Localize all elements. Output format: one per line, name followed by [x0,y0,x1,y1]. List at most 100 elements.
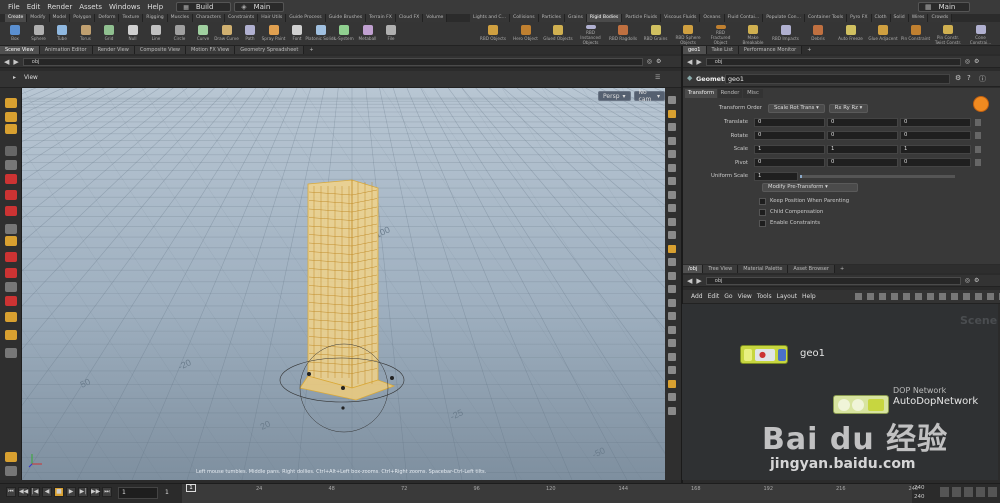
shelf-tab[interactable]: Terrain FX [366,14,396,22]
go-start-icon[interactable]: ⏮ [6,487,16,497]
shelf-tab[interactable]: Rigid Bodies [586,14,623,22]
shelf-tab[interactable]: Populate Con... [763,14,805,22]
shelf-tab[interactable]: Characters [192,14,226,22]
key-icon[interactable] [940,487,949,497]
viewport-tool-icon[interactable] [5,124,17,134]
no-cam-button[interactable]: No cam ▾ [633,89,665,103]
display-options-icon[interactable]: ☰ [655,74,660,81]
shelf-tool-path[interactable]: Path [239,23,261,45]
menu-help[interactable]: Help [145,3,165,11]
shelf-tab[interactable]: Cloth [871,14,891,22]
display-tool-icon[interactable] [668,379,676,388]
network-tool-icon[interactable] [915,293,922,300]
shelf-tool-l-system[interactable]: L-System [333,23,355,45]
menu-render[interactable]: Render [45,3,74,11]
menu-help[interactable]: Help [802,293,816,300]
tab-scene-view[interactable]: Scene View [0,46,40,54]
step-next-key-icon[interactable]: ▶| [78,487,88,497]
tab-geo1[interactable]: geo1 [683,46,707,54]
param-field-x[interactable]: 0 [754,158,825,167]
display-tool-icon[interactable] [668,339,676,347]
viewport-tool-icon[interactable] [5,236,17,246]
param-field-z[interactable]: 1 [900,144,971,154]
param-field-y[interactable]: 0 [827,131,898,140]
shelf-tab[interactable]: Particle Fluids [622,14,662,22]
tab-performance-monitor[interactable]: Performance Monitor [738,46,803,54]
tab-composite-view[interactable]: Composite View [134,46,186,54]
display-tool-icon[interactable] [668,366,676,374]
modify-pre-transform-button[interactable]: Modify Pre-Transform ▾ [762,183,858,192]
tab-render[interactable]: Render [718,89,742,98]
key-icon[interactable] [976,487,985,497]
network-tool-icon[interactable] [867,293,874,300]
network-tool-icon[interactable] [927,293,934,300]
go-end-icon[interactable]: ⏭ [102,487,112,497]
dop-network-node[interactable] [833,395,889,414]
key-icon[interactable] [952,487,961,497]
shelf-tab[interactable]: Modify [27,14,50,22]
menu-assets[interactable]: Assets [77,3,104,11]
shelf-tab[interactable]: Pyro FX [847,14,872,22]
shelf-tool-metaball[interactable]: Metaball [357,23,379,45]
tab-asset-browser[interactable]: Asset Browser [788,265,835,273]
shelf-tool-curve[interactable]: Curve [192,23,214,45]
display-flag-icon[interactable] [778,349,786,361]
display-tool-icon[interactable] [668,231,676,239]
viewport-tool-icon[interactable] [5,146,17,156]
shelf-tool-circle[interactable]: Circle [169,23,191,45]
shelf-tab[interactable]: Container Tools [804,14,848,22]
back-arrow-icon[interactable]: ◀ [4,58,9,66]
add-tab-icon[interactable]: + [835,265,849,273]
add-tab-icon[interactable]: + [304,46,318,54]
shelf-tool-file[interactable]: File [380,23,402,45]
shelf-tool-tube[interactable]: Tube [51,23,73,45]
shelf-tool-glue-adjacent[interactable]: Glue Adjacent [868,23,898,45]
viewport-tool-icon[interactable] [5,206,17,216]
main-context-dropdown[interactable]: ◈ Main [234,2,285,12]
shelf-tool-font[interactable]: Font [286,23,308,45]
gear-icon[interactable]: ⚙ [955,74,961,82]
display-tool-icon[interactable] [668,258,676,266]
shelf-tab[interactable]: Guide Process [286,14,326,22]
pin-icon[interactable]: ◎ [965,277,970,284]
shelf-tool-pin-constraint[interactable]: Pin Constraint [901,23,931,45]
shelf-tab[interactable]: Constraints [225,14,259,22]
viewport-tool-icon[interactable] [5,224,17,234]
left-path-field[interactable]: obj [22,57,643,66]
shelf-tool-rbd-grains[interactable]: RBD Grains [641,23,671,45]
display-tool-icon[interactable] [668,96,676,104]
display-tool-icon[interactable] [668,190,676,199]
shelf-tab[interactable]: Grains [565,14,587,22]
keep-position-checkbox[interactable] [759,198,766,205]
build-desktop-dropdown[interactable]: ▦ Build [176,2,232,12]
gear-icon[interactable]: ⚙ [974,277,979,284]
display-tool-icon[interactable] [668,217,676,226]
shelf-tool-rbd-objects[interactable]: RBD Objects [478,23,508,45]
child-compensation-checkbox[interactable] [759,209,766,216]
param-field-x[interactable]: 0 [754,117,825,127]
display-flag-icon[interactable] [868,399,884,411]
display-tool-icon[interactable] [668,109,676,118]
menu-windows[interactable]: Windows [107,3,142,11]
shelf-tab[interactable]: Collisions [510,14,539,22]
key-icon[interactable] [988,487,997,497]
network-tool-icon[interactable] [963,293,970,300]
menu-edit[interactable]: Edit [25,3,43,11]
network-tool-icon[interactable] [891,293,898,300]
network-tool-icon[interactable] [975,293,982,300]
step-back-icon[interactable]: ◀◀ [18,487,28,497]
uniform-scale-field[interactable]: 1 [754,171,798,181]
viewport-tool-icon[interactable] [5,282,17,292]
shelf-tab[interactable]: Fluid Contai... [724,14,764,22]
tab-tree-view[interactable]: Tree View [703,265,739,273]
persp-button[interactable]: Persp ▾ [598,91,631,101]
shelf-tab[interactable]: Lights and C... [470,14,511,22]
shelf-tab[interactable]: Texture [119,14,144,22]
tab-transform[interactable]: Transform [685,89,717,98]
tab-render-view[interactable]: Render View [92,46,135,54]
shelf-tab[interactable]: Oceans [700,14,725,22]
help-icon[interactable]: ? [967,74,971,82]
shelf-tool-line[interactable]: Line [145,23,167,45]
tab-material-palette[interactable]: Material Palette [738,265,789,273]
network-tool-icon[interactable] [903,293,910,300]
